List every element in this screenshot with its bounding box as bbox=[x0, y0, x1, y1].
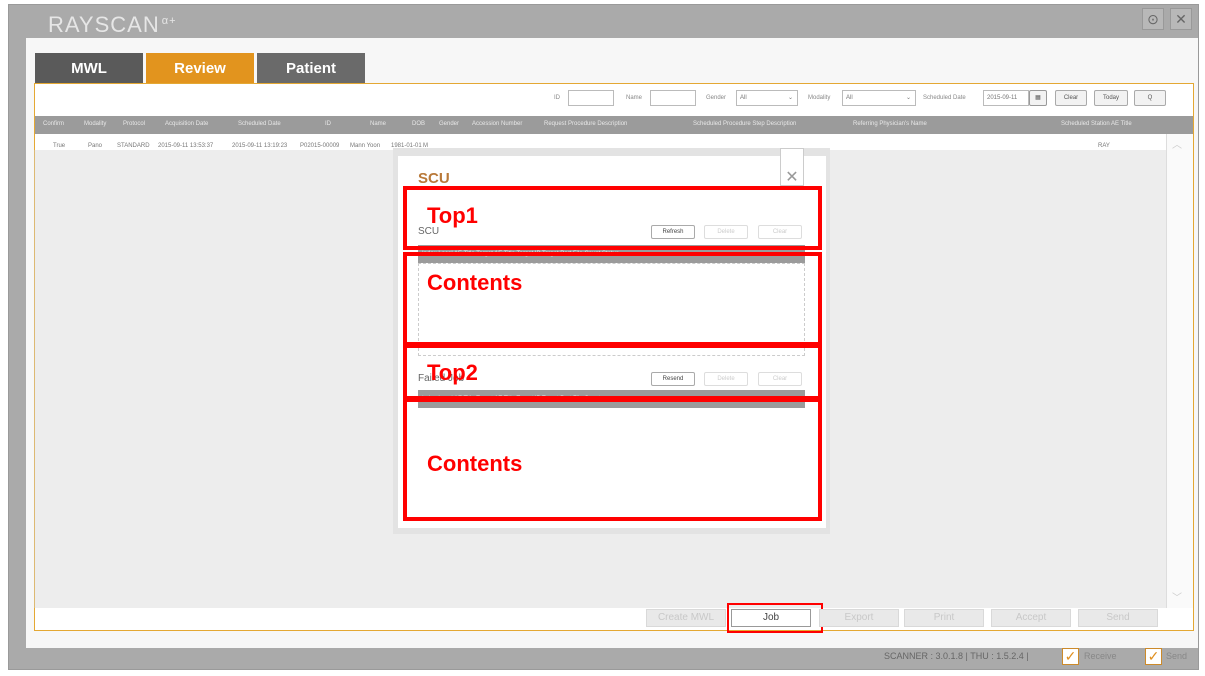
cell-id: P02015-00009 bbox=[300, 143, 340, 149]
receive-label: Receive bbox=[1084, 651, 1117, 661]
cell-modality: Pano bbox=[88, 143, 103, 149]
column-header[interactable]: Confirm bbox=[43, 121, 64, 127]
accept-button[interactable]: Accept bbox=[991, 609, 1071, 627]
name-input[interactable] bbox=[650, 90, 696, 106]
tab-patient[interactable]: Patient bbox=[257, 53, 365, 83]
column-header[interactable]: Request Procedure Description bbox=[544, 121, 627, 127]
today-button[interactable]: Today bbox=[1094, 90, 1128, 106]
scroll-down-icon[interactable]: ﹀ bbox=[1172, 589, 1182, 604]
name-label: Name bbox=[626, 95, 643, 101]
export-button[interactable]: Export bbox=[819, 609, 899, 627]
id-input[interactable] bbox=[568, 90, 614, 106]
table-scrollbar[interactable]: ︿ ﹀ bbox=[1166, 134, 1193, 608]
modality-value: All bbox=[846, 95, 853, 101]
chevron-down-icon: ⌄ bbox=[905, 95, 911, 101]
cell-protocol: STANDARD bbox=[117, 143, 150, 149]
scroll-up-icon[interactable]: ︿ bbox=[1172, 136, 1182, 151]
gender-value: All bbox=[740, 95, 747, 101]
cell-acquisition-date: 2015-09-11 13:53:37 bbox=[158, 143, 214, 149]
version-info: SCANNER : 3.0.1.8 | THU : 1.5.2.4 | bbox=[884, 651, 1029, 661]
gender-select[interactable]: All ⌄ bbox=[736, 90, 798, 106]
column-header[interactable]: Modality bbox=[84, 121, 106, 127]
modality-label: Modality bbox=[808, 95, 831, 101]
tab-review[interactable]: Review bbox=[146, 53, 254, 83]
print-button[interactable]: Print bbox=[904, 609, 984, 627]
cell-ae-title: RAY bbox=[1098, 143, 1110, 149]
calendar-icon[interactable]: ▦ bbox=[1029, 90, 1047, 106]
chevron-down-icon: ⌄ bbox=[787, 95, 793, 101]
create-mwl-button[interactable]: Create MWL bbox=[646, 609, 726, 627]
job-button-highlight bbox=[727, 603, 823, 633]
close-window-icon[interactable]: ✕ bbox=[1170, 8, 1192, 30]
modality-select[interactable]: All ⌄ bbox=[842, 90, 916, 106]
scheduled-date-input[interactable]: 2015-09-11 bbox=[983, 90, 1029, 106]
table-header: Confirm Modality Protocol Acquisition Da… bbox=[35, 116, 1193, 134]
contents2-annotation-label: Contents bbox=[427, 451, 523, 476]
column-header[interactable]: Referring Physician's Name bbox=[853, 121, 927, 127]
contents1-annotation-box bbox=[403, 252, 822, 346]
cell-confirm: True bbox=[53, 143, 66, 149]
receive-checkbox[interactable]: ✓ bbox=[1062, 648, 1079, 665]
app-logo: RAYSCAN α+ bbox=[48, 12, 177, 37]
column-header[interactable]: Acquisition Date bbox=[165, 121, 208, 127]
column-header[interactable]: Accession Number bbox=[472, 121, 522, 127]
column-header[interactable]: Name bbox=[370, 121, 386, 127]
column-header[interactable]: Scheduled Station AE Title bbox=[1061, 121, 1132, 127]
contents1-annotation-label: Contents bbox=[427, 270, 523, 295]
top2-annotation-label: Top2 bbox=[427, 360, 478, 385]
column-header[interactable]: ID bbox=[325, 121, 331, 127]
send-button[interactable]: Send bbox=[1078, 609, 1158, 627]
search-icon[interactable]: Q bbox=[1134, 90, 1166, 106]
column-header[interactable]: Scheduled Date bbox=[238, 121, 281, 127]
settings-icon[interactable]: ⊙ bbox=[1142, 8, 1164, 30]
column-header[interactable]: Gender bbox=[439, 121, 459, 127]
send-label: Send bbox=[1166, 651, 1188, 661]
top1-annotation-label: Top1 bbox=[427, 203, 478, 228]
cell-name: Mann Yoon bbox=[350, 143, 381, 149]
scheduled-date-label: Scheduled Date bbox=[923, 95, 966, 101]
column-header[interactable]: Protocol bbox=[123, 121, 145, 127]
cell-scheduled-date: 2015-09-11 13:19:23 bbox=[232, 143, 288, 149]
dialog-title: SCU bbox=[418, 170, 450, 187]
column-header[interactable]: DOB bbox=[412, 121, 425, 127]
tab-mwl[interactable]: MWL bbox=[35, 53, 143, 83]
send-checkbox[interactable]: ✓ bbox=[1145, 648, 1162, 665]
gender-label: Gender bbox=[706, 95, 727, 101]
dialog-close-icon[interactable]: ✕ bbox=[780, 148, 804, 186]
clear-filter-button[interactable]: Clear bbox=[1055, 90, 1087, 106]
id-label: ID bbox=[554, 95, 560, 101]
column-header[interactable]: Scheduled Procedure Step Description bbox=[693, 121, 796, 127]
